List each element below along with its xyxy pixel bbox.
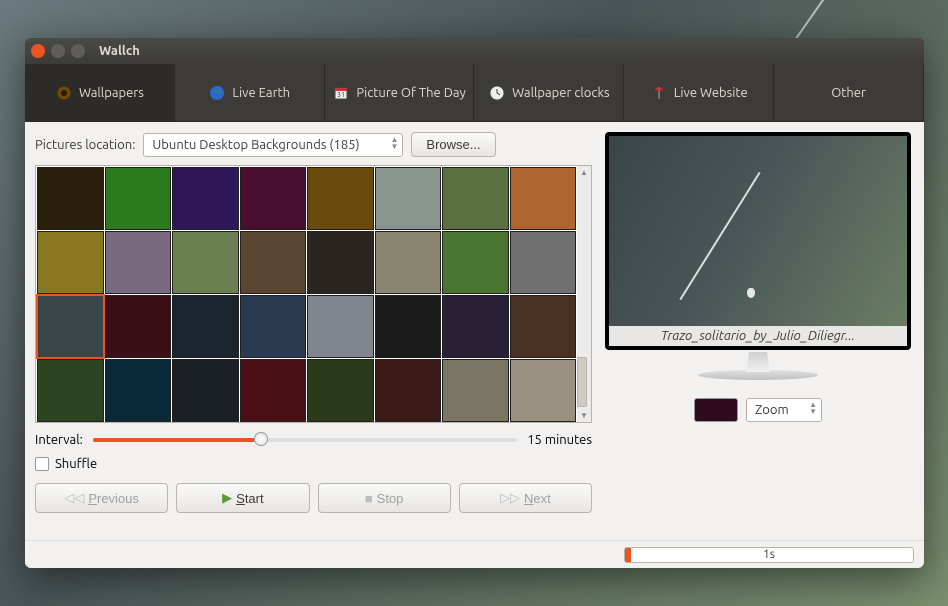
thumbnail[interactable] — [510, 359, 577, 422]
thumbnail[interactable] — [375, 359, 442, 422]
window-title: Wallch — [99, 44, 140, 58]
thumbnail[interactable] — [375, 295, 442, 358]
thumbnail[interactable] — [172, 359, 239, 422]
thumbnail[interactable] — [307, 167, 374, 230]
thumbnail[interactable] — [510, 295, 577, 358]
status-bar: 1s — [25, 540, 924, 568]
monitor-stand — [728, 352, 788, 372]
svg-text:31: 31 — [337, 91, 345, 99]
thumbnail[interactable] — [442, 167, 509, 230]
thumbnail[interactable] — [510, 231, 577, 294]
scrollbar[interactable]: ▲ ▼ — [577, 166, 591, 422]
browse-button[interactable]: Browse... — [411, 132, 495, 157]
spinner-icon: ▲▼ — [391, 136, 399, 150]
start-button[interactable]: ▶ Start — [176, 483, 309, 513]
tab-label: Picture Of The Day — [356, 86, 466, 100]
progress-bar: 1s — [624, 547, 914, 563]
thumbnail[interactable] — [307, 295, 374, 358]
thumbnail[interactable] — [37, 167, 104, 230]
scroll-up-icon[interactable]: ▲ — [580, 168, 588, 177]
previous-button[interactable]: ◁◁ Previous — [35, 483, 168, 513]
thumbnail[interactable] — [105, 295, 172, 358]
tab-clocks[interactable]: Wallpaper clocks — [474, 64, 624, 121]
tab-label: Live Website — [674, 86, 748, 100]
preview-panel: Trazo_solitario_by_Julio_Diliegr... Zoom… — [602, 132, 914, 530]
thumbnail[interactable] — [172, 231, 239, 294]
interval-label: Interval: — [35, 433, 83, 447]
preview-caption: Trazo_solitario_by_Julio_Diliegr... — [609, 326, 907, 346]
thumbnail[interactable] — [105, 231, 172, 294]
tab-potd[interactable]: 31 Picture Of The Day — [325, 64, 475, 121]
thumbnail[interactable] — [442, 295, 509, 358]
maximize-icon[interactable] — [71, 44, 85, 58]
scroll-down-icon[interactable]: ▼ — [580, 411, 588, 420]
thumbnail[interactable] — [375, 167, 442, 230]
thumbnail-grid: ▲ ▼ — [35, 165, 592, 423]
globe-icon — [208, 84, 226, 102]
tab-wallpapers[interactable]: Wallpapers — [25, 64, 175, 121]
thumbnail[interactable] — [37, 295, 104, 358]
tab-other[interactable]: Other — [774, 64, 924, 121]
tab-label: Live Earth — [232, 86, 290, 100]
interval-slider[interactable] — [93, 438, 517, 442]
close-icon[interactable] — [31, 44, 45, 58]
left-panel: Pictures location: Ubuntu Desktop Backgr… — [35, 132, 592, 530]
thumbnail[interactable] — [37, 231, 104, 294]
preview-monitor: Trazo_solitario_by_Julio_Diliegr... — [605, 132, 911, 350]
thumbnail[interactable] — [307, 359, 374, 422]
prev-icon: ◁◁ — [64, 490, 84, 506]
tab-bar: Wallpapers Live Earth 31 Picture Of The … — [25, 64, 924, 122]
thumbnail[interactable] — [240, 231, 307, 294]
fit-mode-value: Zoom — [755, 403, 789, 417]
content-area: Pictures location: Ubuntu Desktop Backgr… — [25, 122, 924, 540]
thumbnail[interactable] — [172, 295, 239, 358]
play-icon: ▶ — [222, 490, 232, 506]
clock-icon — [488, 84, 506, 102]
titlebar[interactable]: Wallch — [25, 38, 924, 64]
calendar-icon: 31 — [332, 84, 350, 102]
thumbnail[interactable] — [510, 167, 577, 230]
progress-text: 1s — [625, 548, 913, 562]
tab-label: Wallpapers — [79, 86, 144, 100]
preview-image[interactable] — [609, 136, 907, 326]
stop-icon: ■ — [365, 491, 373, 506]
shuffle-label: Shuffle — [55, 457, 97, 471]
thumbnail[interactable] — [307, 231, 374, 294]
tab-label: Other — [831, 86, 866, 100]
thumbnail[interactable] — [105, 359, 172, 422]
thumbnail[interactable] — [240, 359, 307, 422]
wallpaper-icon — [55, 84, 73, 102]
thumbnail[interactable] — [240, 295, 307, 358]
bg-color-swatch[interactable] — [694, 398, 738, 422]
thumbnail[interactable] — [442, 359, 509, 422]
location-selected: Ubuntu Desktop Backgrounds (185) — [152, 138, 359, 152]
stop-button[interactable]: ■ Stop — [318, 483, 451, 513]
thumbnail[interactable] — [442, 231, 509, 294]
thumbnail[interactable] — [105, 167, 172, 230]
location-combo[interactable]: Ubuntu Desktop Backgrounds (185) ▲▼ — [143, 133, 403, 157]
scroll-thumb[interactable] — [577, 357, 587, 407]
antenna-icon — [650, 84, 668, 102]
tab-website[interactable]: Live Website — [624, 64, 774, 121]
next-icon: ▷▷ — [500, 490, 520, 506]
app-window: Wallch Wallpapers Live Earth 31 Picture … — [25, 38, 924, 568]
location-label: Pictures location: — [35, 138, 135, 152]
interval-value: 15 minutes — [527, 433, 592, 447]
spinner-icon: ▲▼ — [809, 401, 817, 415]
fit-mode-combo[interactable]: Zoom ▲▼ — [746, 398, 822, 422]
slider-thumb[interactable] — [254, 432, 268, 446]
thumbnail[interactable] — [37, 359, 104, 422]
shuffle-checkbox[interactable] — [35, 457, 49, 471]
next-button[interactable]: ▷▷ Next — [459, 483, 592, 513]
thumbnail[interactable] — [172, 167, 239, 230]
minimize-icon[interactable] — [51, 44, 65, 58]
thumbnail[interactable] — [375, 231, 442, 294]
thumbnail[interactable] — [240, 167, 307, 230]
tab-live-earth[interactable]: Live Earth — [175, 64, 325, 121]
tab-label: Wallpaper clocks — [512, 86, 610, 100]
